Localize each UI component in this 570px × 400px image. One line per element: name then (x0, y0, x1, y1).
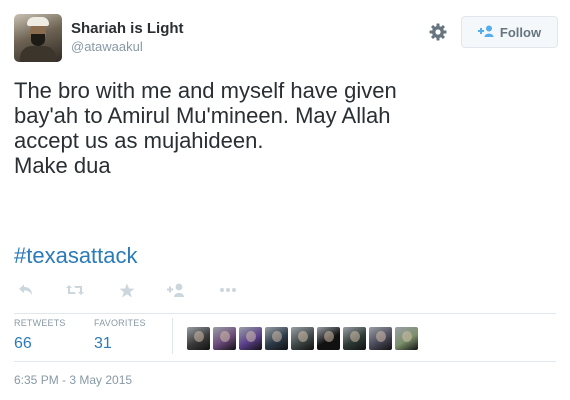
favoriter-avatar[interactable] (239, 327, 262, 350)
follow-button[interactable]: Follow (461, 16, 558, 48)
follow-icon[interactable] (167, 283, 185, 299)
tweet-text: The bro with me and myself have given ba… (14, 78, 554, 178)
tweet-stats: RETWEETS 66 FAVORITES 31 (14, 318, 554, 358)
favoriter-avatar[interactable] (291, 327, 314, 350)
favoriter-avatar[interactable] (343, 327, 366, 350)
favorites-label: FAVORITES (94, 318, 146, 328)
tweet-text-line: Make dua (14, 153, 111, 178)
tweet-timestamp[interactable]: 6:35 PM - 3 May 2015 (14, 373, 132, 387)
tweet-actions (18, 283, 258, 299)
retweets-label: RETWEETS (14, 318, 66, 328)
favoriter-avatar[interactable] (369, 327, 392, 350)
hashtag-link[interactable]: #texasattack (14, 243, 138, 269)
retweet-icon[interactable] (66, 283, 84, 299)
favoriter-avatar[interactable] (265, 327, 288, 350)
tweet-text-line: accept us as mujahideen. (14, 128, 264, 153)
more-icon[interactable] (219, 287, 237, 303)
favoriter-avatar[interactable] (213, 327, 236, 350)
follow-user-icon (477, 25, 494, 40)
stats-separator (172, 318, 173, 354)
avatar[interactable] (14, 14, 62, 62)
follow-label: Follow (499, 24, 542, 40)
author-handle[interactable]: @atawaakul (71, 39, 143, 54)
divider (14, 313, 556, 314)
favoriter-avatar[interactable] (187, 327, 210, 350)
author-name[interactable]: Shariah is Light (71, 20, 184, 37)
favoriter-avatar[interactable] (395, 327, 418, 350)
retweets-count: 66 (14, 335, 32, 352)
gear-icon[interactable] (428, 22, 448, 42)
reply-icon[interactable] (18, 283, 34, 299)
favoriter-avatars (187, 327, 418, 351)
favorite-icon[interactable] (119, 283, 135, 299)
favorites-stat[interactable]: FAVORITES 31 (94, 318, 146, 353)
favoriter-avatar[interactable] (317, 327, 340, 350)
tweet-card: Shariah is Light @atawaakul Follow The b… (0, 0, 570, 400)
tweet-header: Shariah is Light @atawaakul Follow (14, 14, 559, 64)
tweet-text-line: bay'ah to Amirul Mu'mineen. May Allah (14, 103, 391, 128)
divider (14, 361, 556, 362)
retweets-stat[interactable]: RETWEETS 66 (14, 318, 66, 353)
tweet-text-line: The bro with me and myself have given (14, 78, 397, 103)
favorites-count: 31 (94, 335, 112, 352)
